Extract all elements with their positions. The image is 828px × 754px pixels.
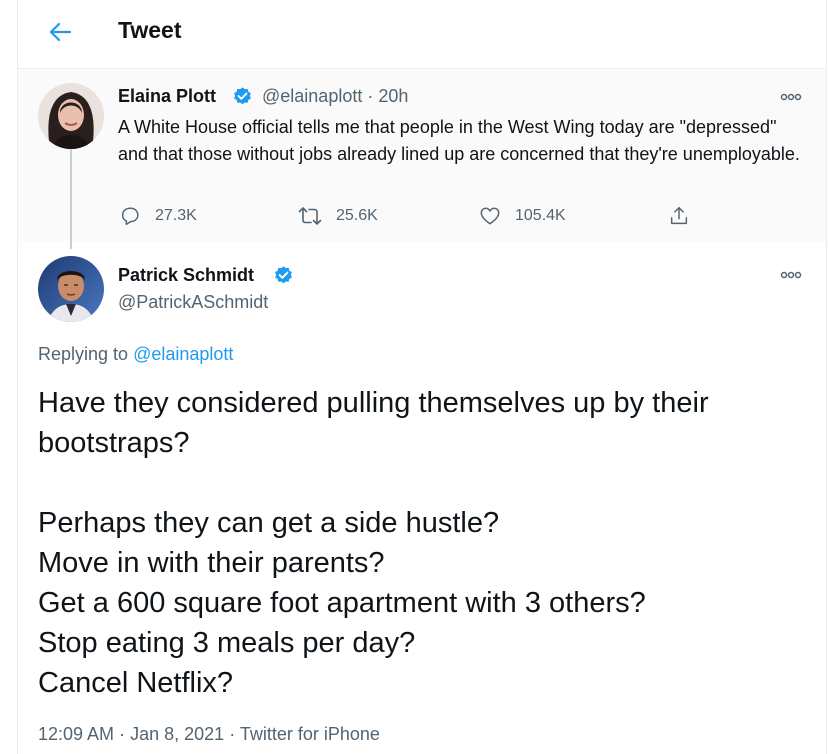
avatar[interactable] (38, 83, 104, 149)
replying-to: Replying to @elainaplott (38, 344, 233, 365)
retweet-count: 25.6K (336, 207, 378, 224)
reply-button[interactable]: 27.3K (119, 203, 197, 229)
retweet-icon (298, 207, 322, 225)
tweet-text: Have they considered pulling themselves … (38, 387, 709, 699)
share-button[interactable] (668, 203, 690, 229)
author-name[interactable]: Elaina Plott (118, 86, 216, 107)
tweet-column: Tweet Elaina Plott @elainaplott · 20h A … (17, 0, 827, 754)
author-handle[interactable]: @PatrickASchmidt (118, 292, 268, 313)
verified-badge-icon (273, 265, 294, 286)
heart-icon (480, 207, 500, 225)
more-horizontal-icon[interactable] (779, 268, 803, 280)
thread-connector-line (70, 149, 72, 249)
reply-count: 27.3K (155, 207, 197, 224)
tweet-source[interactable]: Twitter for iPhone (240, 724, 380, 744)
share-icon (670, 207, 688, 225)
verified-badge-icon (232, 86, 253, 107)
author-name[interactable]: Patrick Schmidt (118, 265, 254, 286)
avatar[interactable] (38, 256, 104, 322)
tweet-date[interactable]: Jan 8, 2021 (130, 724, 224, 744)
reply-icon (121, 207, 139, 225)
retweet-button[interactable]: 25.6K (298, 203, 378, 229)
tweet-time[interactable]: 12:09 AM (38, 724, 114, 744)
time-separator: · (367, 86, 374, 106)
page-header: Tweet (18, 0, 826, 69)
author-handle[interactable]: @elainaplott · 20h (262, 86, 408, 107)
focused-tweet: Patrick Schmidt @PatrickASchmidt Replyin… (18, 241, 826, 754)
more-horizontal-icon[interactable] (779, 90, 803, 102)
like-button[interactable]: 105.4K (479, 203, 566, 229)
tweet-text: A White House official tells me that peo… (118, 117, 800, 164)
replying-to-label: Replying to (38, 344, 129, 364)
meta-separator: · (229, 724, 236, 744)
author-handle-text[interactable]: @elainaplott (262, 86, 362, 106)
back-arrow-icon[interactable] (46, 18, 74, 46)
tweet-metadata: 12:09 AM · Jan 8, 2021 · Twitter for iPh… (38, 724, 380, 745)
page-title: Tweet (118, 17, 182, 43)
like-count: 105.4K (515, 207, 566, 224)
parent-tweet[interactable]: Elaina Plott @elainaplott · 20h A White … (18, 69, 826, 241)
replying-to-handle-link[interactable]: @elainaplott (133, 344, 233, 364)
tweet-time[interactable]: 20h (378, 86, 408, 106)
meta-separator: · (119, 724, 126, 744)
